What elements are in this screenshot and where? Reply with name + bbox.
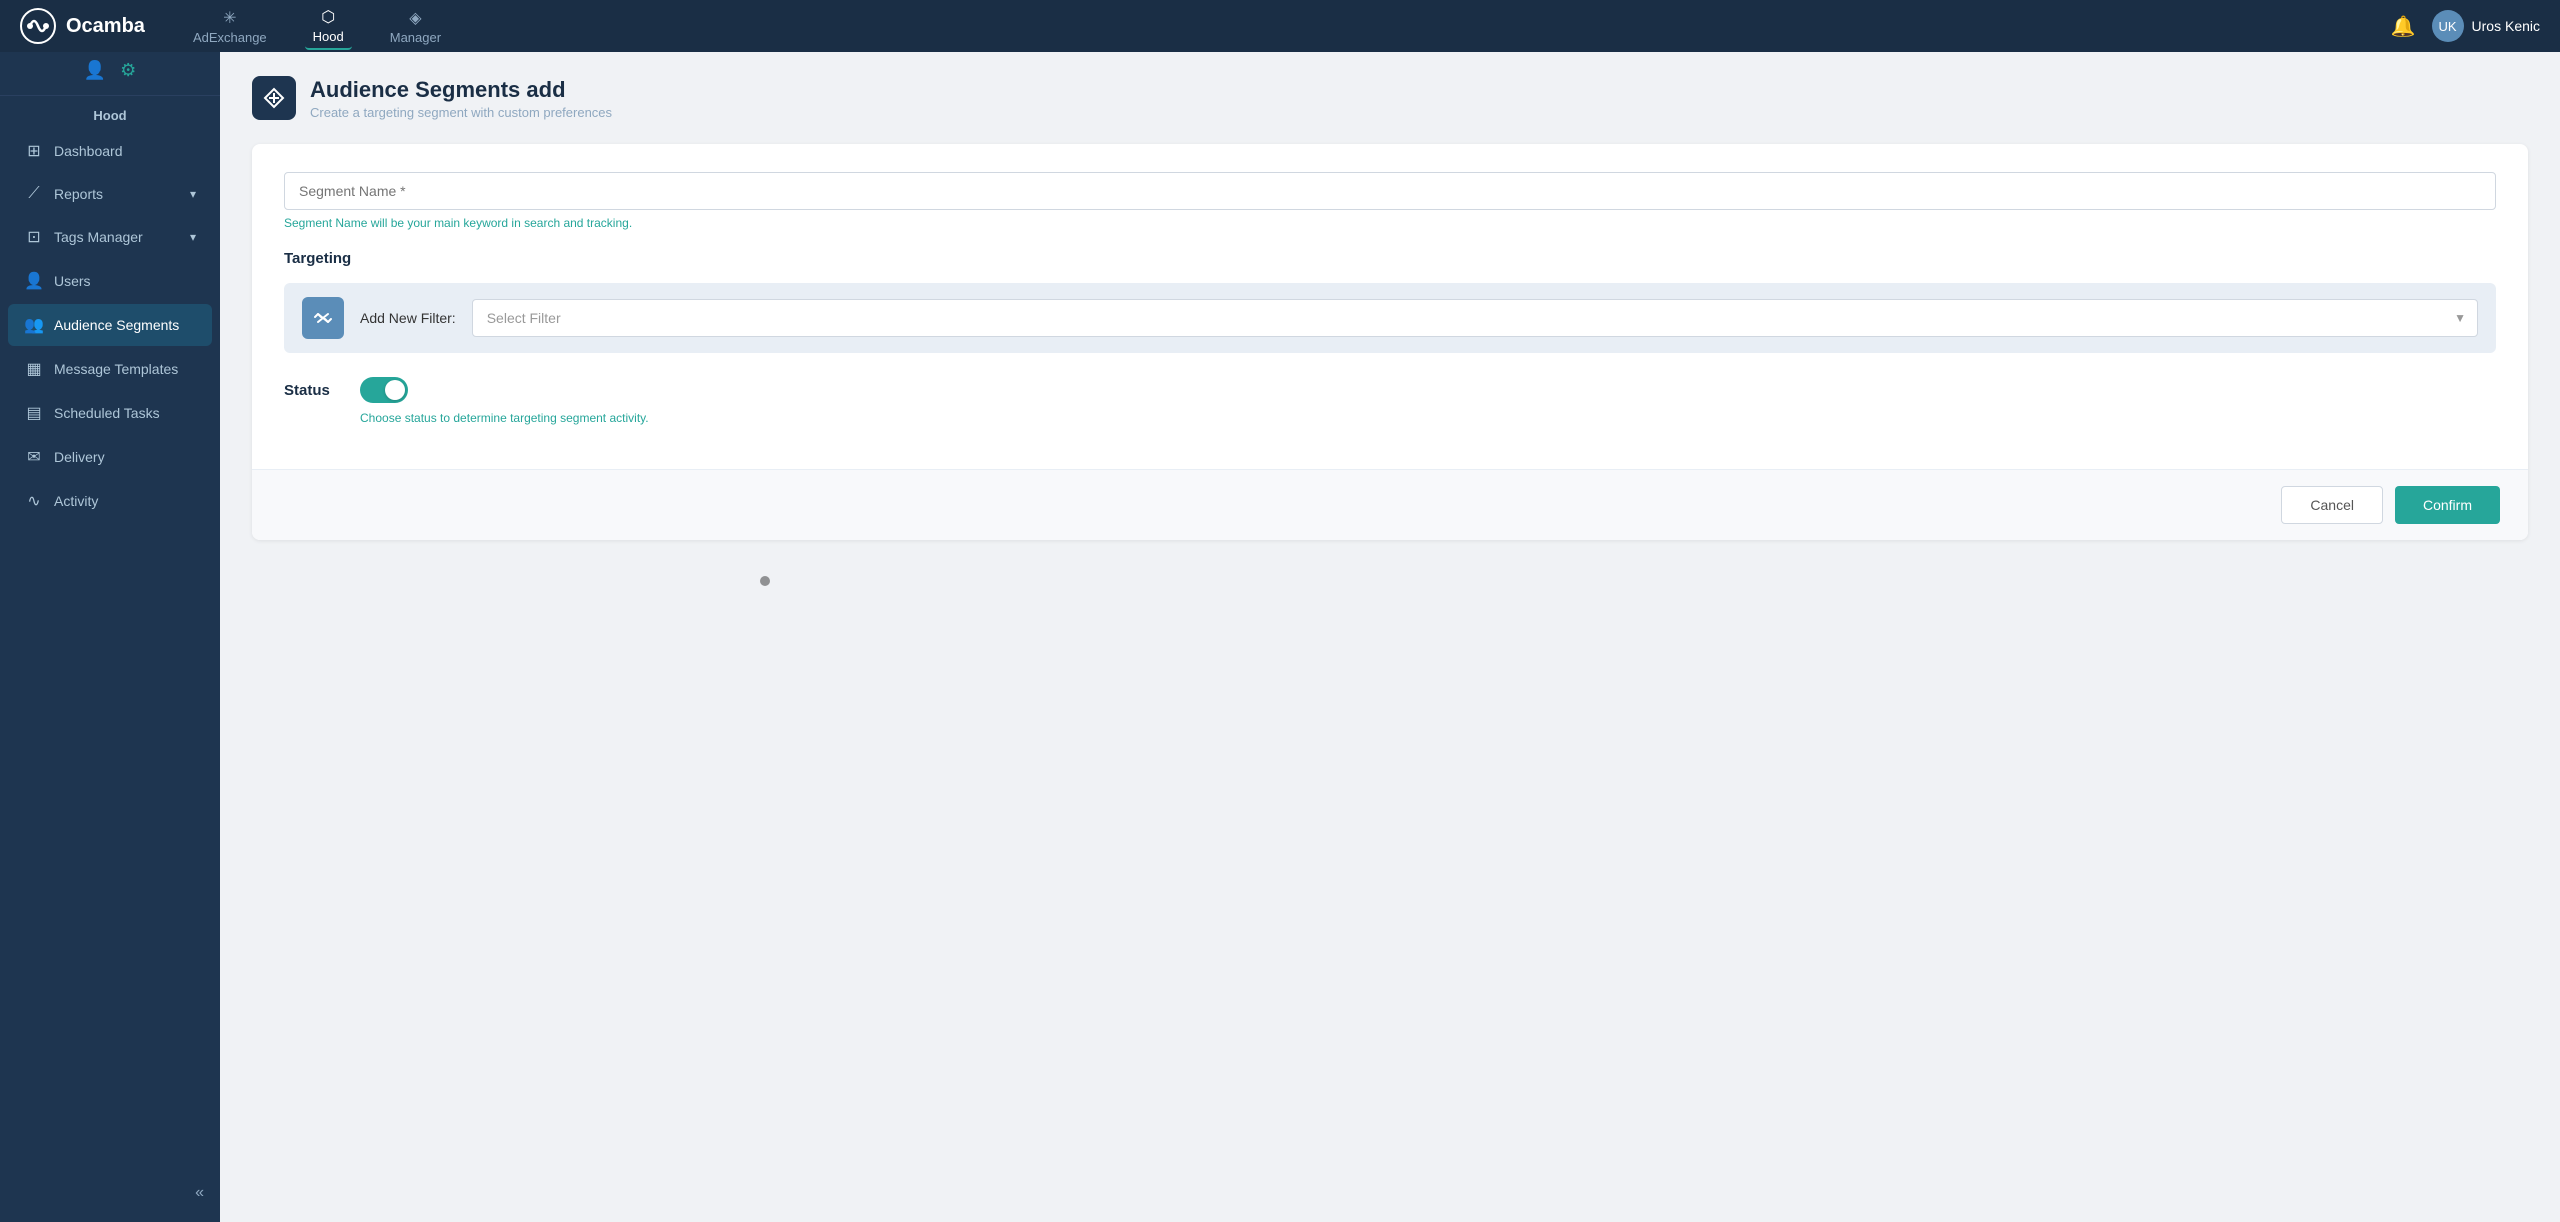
chevron-down-icon: ▾ xyxy=(190,230,196,244)
filter-icon-box xyxy=(302,297,344,339)
page-title: Audience Segments add xyxy=(310,77,612,103)
scheduled-tasks-icon: ▤ xyxy=(24,403,44,423)
hood-icon: ⬡ xyxy=(321,7,335,27)
toggle-track xyxy=(360,377,408,403)
filter-arrows-icon xyxy=(311,306,335,330)
segment-name-input[interactable] xyxy=(284,172,2496,210)
status-label: Status xyxy=(284,382,344,399)
toggle-thumb xyxy=(385,380,405,400)
user-menu[interactable]: UK Uros Kenic xyxy=(2432,10,2540,42)
avatar: UK xyxy=(2432,10,2464,42)
hood-label: Hood xyxy=(313,29,344,44)
sidebar: 👤 ⚙ Hood ⊞ Dashboard ⟋ Reports ▾ ⊡ Tags … xyxy=(0,52,220,1222)
users-icon: 👤 xyxy=(24,271,44,291)
collapse-icon: « xyxy=(195,1184,204,1202)
top-navigation: Ocamba ✳ AdExchange ⬡ Hood ◈ Manager 🔔 U… xyxy=(0,0,2560,52)
sidebar-item-label: Message Templates xyxy=(54,361,178,377)
sidebar-item-users[interactable]: 👤 Users xyxy=(8,260,212,302)
sidebar-item-label: Audience Segments xyxy=(54,317,179,333)
filter-row: Add New Filter: Select Filter Browser Co… xyxy=(284,283,2496,353)
reports-icon: ⟋ xyxy=(24,185,44,203)
topnav-manager[interactable]: ◈ Manager xyxy=(382,4,449,49)
sidebar-item-label: Scheduled Tasks xyxy=(54,405,160,421)
sidebar-item-activity[interactable]: ∿ Activity xyxy=(8,480,212,522)
sidebar-item-audience-segments[interactable]: 👥 Audience Segments xyxy=(8,304,212,346)
delivery-icon: ✉ xyxy=(24,447,44,467)
topnav-adexchange[interactable]: ✳ AdExchange xyxy=(185,4,275,49)
cancel-button[interactable]: Cancel xyxy=(2281,486,2383,524)
notification-bell-icon[interactable]: 🔔 xyxy=(2391,14,2416,39)
sidebar-item-label: Users xyxy=(54,273,91,289)
status-hint: Choose status to determine targeting seg… xyxy=(360,411,2496,425)
page-header-icon xyxy=(252,76,296,120)
page-subtitle: Create a targeting segment with custom p… xyxy=(310,105,612,120)
adexchange-label: AdExchange xyxy=(193,30,267,45)
confirm-button[interactable]: Confirm xyxy=(2395,486,2500,524)
segment-name-hint: Segment Name will be your main keyword i… xyxy=(284,216,2496,230)
dashboard-icon: ⊞ xyxy=(24,141,44,161)
status-row: Status xyxy=(284,377,2496,403)
sidebar-icons-row: 👤 ⚙ xyxy=(0,52,220,96)
audience-segments-icon: 👥 xyxy=(24,315,44,335)
audience-segments-form-card: Segment Name will be your main keyword i… xyxy=(252,144,2528,540)
app-logo[interactable]: Ocamba xyxy=(20,8,145,44)
tags-icon: ⊡ xyxy=(24,227,44,247)
segment-name-group: Segment Name will be your main keyword i… xyxy=(284,172,2496,230)
status-section: Status Choose status to determine target… xyxy=(284,377,2496,425)
sidebar-item-label: Reports xyxy=(54,186,103,202)
sidebar-section-title: Hood xyxy=(0,96,220,129)
sidebar-item-message-templates[interactable]: ▦ Message Templates xyxy=(8,348,212,390)
card-body: Segment Name will be your main keyword i… xyxy=(252,144,2528,469)
sidebar-person-icon[interactable]: 👤 xyxy=(84,60,106,81)
sidebar-item-label: Activity xyxy=(54,493,98,509)
activity-icon: ∿ xyxy=(24,491,44,511)
sidebar-item-label: Dashboard xyxy=(54,143,123,159)
chevron-down-icon: ▾ xyxy=(190,187,196,201)
sidebar-collapse-button[interactable]: « xyxy=(0,1174,220,1202)
status-toggle[interactable] xyxy=(360,377,408,403)
app-name: Ocamba xyxy=(66,15,145,38)
sidebar-item-reports[interactable]: ⟋ Reports ▾ xyxy=(8,174,212,214)
manager-label: Manager xyxy=(390,30,441,45)
filter-select[interactable]: Select Filter Browser Country Device Lan… xyxy=(472,299,2478,337)
message-templates-icon: ▦ xyxy=(24,359,44,379)
username: Uros Kenic xyxy=(2472,18,2540,34)
filter-select-wrapper: Select Filter Browser Country Device Lan… xyxy=(472,299,2478,337)
audience-segments-add-icon xyxy=(260,84,288,112)
page-header-texts: Audience Segments add Create a targeting… xyxy=(310,77,612,120)
add-filter-label: Add New Filter: xyxy=(360,310,456,326)
sidebar-item-label: Tags Manager xyxy=(54,229,143,245)
sidebar-item-tags-manager[interactable]: ⊡ Tags Manager ▾ xyxy=(8,216,212,258)
sidebar-item-scheduled-tasks[interactable]: ▤ Scheduled Tasks xyxy=(8,392,212,434)
sidebar-item-delivery[interactable]: ✉ Delivery xyxy=(8,436,212,478)
topnav-right: 🔔 UK Uros Kenic xyxy=(2391,10,2540,42)
sidebar-item-label: Delivery xyxy=(54,449,105,465)
card-footer: Cancel Confirm xyxy=(252,469,2528,540)
manager-icon: ◈ xyxy=(409,8,421,28)
main-layout: 👤 ⚙ Hood ⊞ Dashboard ⟋ Reports ▾ ⊡ Tags … xyxy=(0,52,2560,1222)
adexchange-icon: ✳ xyxy=(223,8,236,28)
logo-icon xyxy=(20,8,56,44)
sidebar-settings-icon[interactable]: ⚙ xyxy=(120,60,136,81)
targeting-section-title: Targeting xyxy=(284,250,2496,267)
page-header: Audience Segments add Create a targeting… xyxy=(252,76,2528,120)
sidebar-item-dashboard[interactable]: ⊞ Dashboard xyxy=(8,130,212,172)
topnav-items: ✳ AdExchange ⬡ Hood ◈ Manager xyxy=(185,3,2391,50)
content-area: Audience Segments add Create a targeting… xyxy=(220,52,2560,1222)
topnav-hood[interactable]: ⬡ Hood xyxy=(305,3,352,50)
